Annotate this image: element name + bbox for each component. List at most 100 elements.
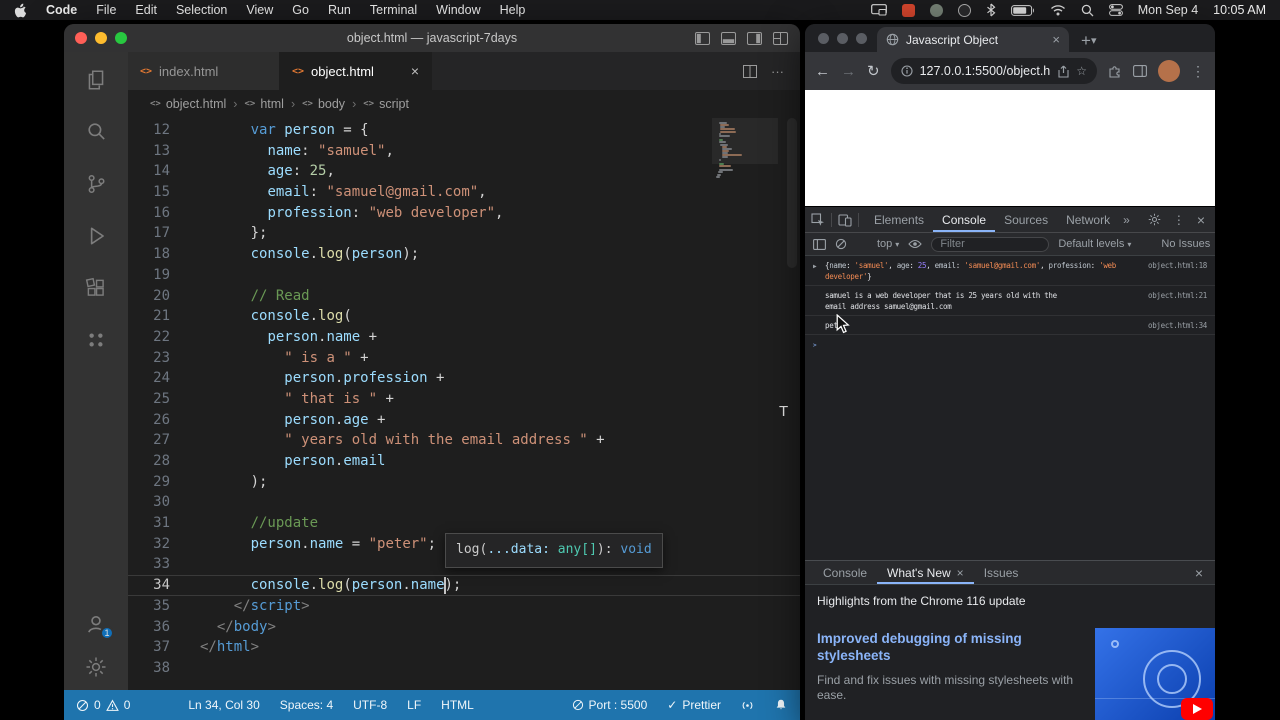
feedback-icon[interactable]	[741, 699, 754, 712]
tab-close-icon[interactable]: ×	[1052, 32, 1060, 47]
code-line[interactable]: 18 console.log(person);	[128, 244, 800, 265]
code-line[interactable]: 25 " that is " +	[128, 389, 800, 410]
toggle-panel-icon[interactable]	[721, 31, 736, 45]
devtools-tab-console[interactable]: Console	[933, 207, 995, 232]
source-link[interactable]: object.html:34	[1148, 320, 1207, 331]
language-mode-indicator[interactable]: HTML	[441, 698, 474, 712]
menu-file[interactable]: File	[96, 3, 116, 17]
menubar-clock[interactable]: 10:05 AM	[1213, 3, 1266, 17]
breadcrumb-item-script[interactable]: <> script	[363, 97, 409, 111]
devtools-tab-network[interactable]: Network	[1057, 207, 1119, 232]
code-line[interactable]: 29 );	[128, 472, 800, 493]
console-filter-input[interactable]	[931, 236, 1050, 252]
close-icon[interactable]: ×	[957, 566, 964, 580]
problems-indicator[interactable]: 0 0	[76, 698, 130, 712]
console-output[interactable]: ▶ {name: 'samuel', age: 25, email: 'samue…	[805, 256, 1215, 560]
zoom-window-button[interactable]	[856, 33, 867, 44]
code-line[interactable]: 35 </script>	[128, 596, 800, 617]
page-content[interactable]	[805, 90, 1215, 206]
spotlight-search-icon[interactable]	[1081, 4, 1094, 17]
control-center-icon[interactable]	[1108, 4, 1123, 16]
drawer-tab-console[interactable]: Console	[813, 561, 877, 584]
back-button[interactable]: ←	[815, 64, 830, 79]
extensions-icon[interactable]	[84, 276, 108, 300]
code-line[interactable]: 21 console.log(	[128, 306, 800, 327]
customize-layout-icon[interactable]	[773, 31, 788, 45]
devtools-tab-elements[interactable]: Elements	[865, 207, 933, 232]
notifications-bell-icon[interactable]	[774, 698, 788, 712]
devtools-menu-icon[interactable]: ⋮	[1173, 213, 1185, 227]
apple-menu-icon[interactable]	[14, 3, 27, 18]
code-line[interactable]: 12 var person = {	[128, 120, 800, 141]
split-editor-icon[interactable]	[743, 64, 757, 78]
code-line[interactable]: 17 };	[128, 223, 800, 244]
expand-arrow-icon[interactable]: ▶	[813, 261, 817, 272]
side-panel-icon[interactable]	[1133, 65, 1147, 77]
breadcrumb-item-body[interactable]: <> body	[302, 97, 345, 111]
screen-mirroring-icon[interactable]	[870, 4, 887, 16]
dark-app-icon[interactable]	[957, 3, 971, 17]
menu-code[interactable]: Code	[46, 3, 77, 17]
browser-tab[interactable]: Javascript Object ×	[877, 27, 1069, 52]
share-icon[interactable]	[1058, 65, 1069, 78]
drawer-close-icon[interactable]: ×	[1195, 565, 1207, 581]
code-line[interactable]: 24 person.profession +	[128, 368, 800, 389]
breadcrumb-item-object.html[interactable]: <> object.html	[150, 97, 226, 111]
editor-tab-index.html[interactable]: <> index.html	[128, 52, 280, 90]
code-line[interactable]: 13 name: "samuel",	[128, 141, 800, 162]
code-line[interactable]: 37 </html>	[128, 637, 800, 658]
code-editor[interactable]: 12 var person = {13 name: "samuel", 14 ag…	[128, 118, 800, 690]
source-control-icon[interactable]	[84, 172, 108, 196]
source-link[interactable]: object.html:18	[1148, 260, 1207, 271]
run-debug-icon[interactable]	[84, 224, 108, 248]
address-bar[interactable]: 127.0.0.1:5500/object.h... ☆	[890, 58, 1097, 84]
close-window-button[interactable]	[75, 32, 87, 44]
device-toolbar-icon[interactable]	[838, 213, 852, 227]
clear-console-icon[interactable]	[835, 238, 847, 250]
search-icon[interactable]	[84, 120, 108, 144]
toggle-secondary-sidebar-icon[interactable]	[747, 31, 762, 45]
code-line[interactable]: 34 console.log(person.name);	[128, 575, 800, 596]
log-levels-selector[interactable]: Default levels ▾	[1058, 238, 1131, 250]
inspect-element-icon[interactable]	[811, 212, 825, 227]
menu-edit[interactable]: Edit	[135, 3, 157, 17]
menu-run[interactable]: Run	[328, 3, 351, 17]
encoding-indicator[interactable]: UTF-8	[353, 698, 387, 712]
menu-terminal[interactable]: Terminal	[370, 3, 417, 17]
video-thumbnail[interactable]	[1095, 628, 1215, 720]
code-line[interactable]: 16 profession: "web developer",	[128, 203, 800, 224]
drawer-tab-issues[interactable]: Issues	[974, 561, 1029, 584]
code-line[interactable]: 27 " years old with the email address " …	[128, 430, 800, 451]
console-prompt-row[interactable]: >	[805, 335, 1215, 349]
console-sidebar-icon[interactable]	[813, 238, 826, 250]
eol-indicator[interactable]: LF	[407, 698, 421, 712]
code-line[interactable]: 38	[128, 658, 800, 679]
drawer-tab-what-s-new[interactable]: What's New ×	[877, 561, 974, 584]
code-line[interactable]: 15 email: "samuel@gmail.com",	[128, 182, 800, 203]
context-selector[interactable]: top ▾	[877, 238, 899, 250]
recorder-app-icon[interactable]	[901, 3, 915, 17]
issues-counter[interactable]: No Issues	[1161, 238, 1210, 250]
tab-search-icon[interactable]: ▾	[1091, 34, 1097, 47]
tab-close-icon[interactable]: ×	[411, 63, 419, 79]
live-expression-eye-icon[interactable]	[908, 239, 923, 249]
code-line[interactable]: 30	[128, 492, 800, 513]
whats-new-article-title[interactable]: Improved debugging of missing stylesheet…	[817, 630, 1089, 664]
menu-help[interactable]: Help	[500, 3, 526, 17]
more-panels-icon[interactable]: »	[1119, 213, 1134, 227]
more-actions-icon[interactable]: ···	[771, 64, 784, 79]
prettier-indicator[interactable]: ✓ Prettier	[667, 698, 721, 712]
extensions-puzzle-icon[interactable]	[1108, 64, 1122, 78]
editor-scrollbar[interactable]	[787, 118, 797, 268]
devtools-settings-gear-icon[interactable]	[1148, 213, 1161, 226]
devtools-tab-sources[interactable]: Sources	[995, 207, 1057, 232]
menu-selection[interactable]: Selection	[176, 3, 227, 17]
new-tab-button[interactable]: +	[1081, 32, 1091, 49]
youtube-play-icon[interactable]	[1181, 698, 1213, 720]
menu-window[interactable]: Window	[436, 3, 480, 17]
cursor-position[interactable]: Ln 34, Col 30	[188, 698, 259, 712]
explorer-icon[interactable]	[84, 68, 108, 92]
toggle-sidebar-icon[interactable]	[695, 31, 710, 45]
menu-go[interactable]: Go	[292, 3, 309, 17]
code-line[interactable]: 20 // Read	[128, 286, 800, 307]
